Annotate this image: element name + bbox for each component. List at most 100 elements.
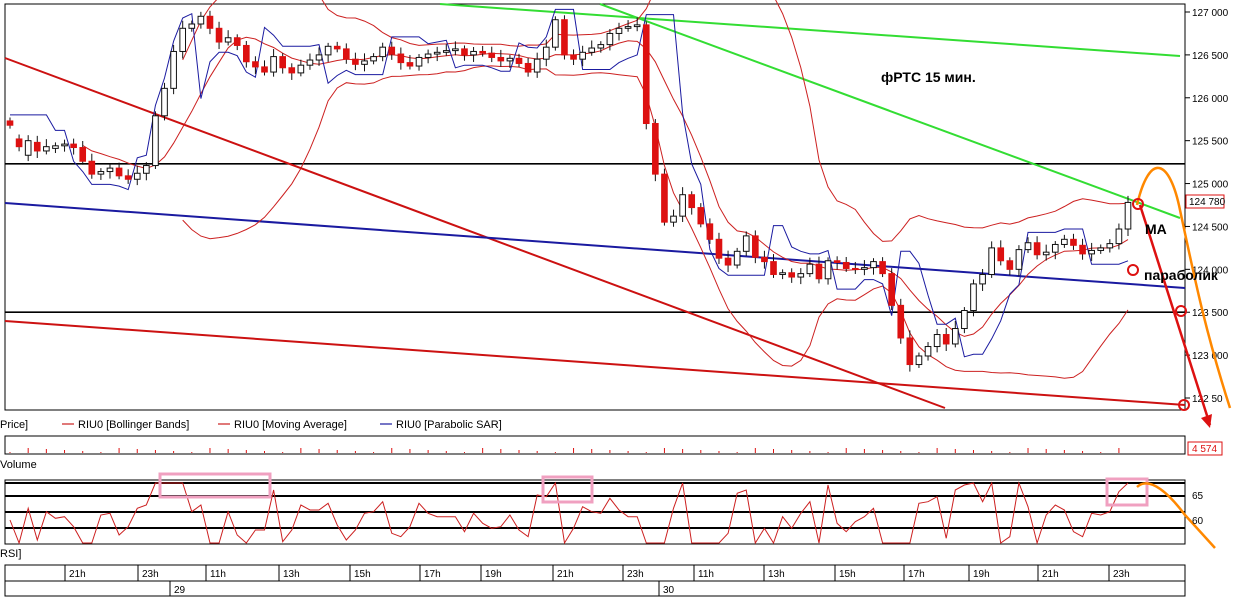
price-tick-label: 126 500 [1192,51,1229,62]
time-tick-label: 19h [485,569,502,580]
candle-body [170,50,177,89]
rsi-tick-65: 65 [1192,491,1204,502]
date-label: 30 [663,585,675,596]
time-tick-label: 23h [142,569,159,580]
volume-value: 4 574 [1192,444,1217,455]
ma-annotation: MA [1145,221,1167,237]
target-circle [1127,264,1139,276]
candle-body [442,50,450,53]
legend-sar: RIU0 [Parabolic SAR] [396,419,502,431]
candle-body [1051,243,1059,253]
price-tick-label: 125 500 [1192,137,1229,148]
candle-body [43,146,50,152]
candle-body [706,223,714,240]
candle-body [1006,260,1014,270]
candle-body [133,172,141,180]
candle-body [951,328,959,345]
candle-body [670,215,677,223]
candle-body [997,247,1005,262]
candle-body [515,57,523,64]
candle-body [1070,238,1077,246]
price-tick-label: 123 000 [1192,351,1229,362]
forecast-rsi-path [1136,482,1216,549]
volume-bars [9,448,1120,453]
candle-body [806,263,814,275]
candle-body [742,235,750,252]
candle-body [488,52,496,58]
candle-body [306,59,314,66]
candle-body [424,53,432,58]
candle-body [15,138,23,148]
price-tick-label: 125 000 [1192,180,1229,191]
indicator-lines [10,0,1129,379]
candle-body [497,56,505,62]
candle-body [452,48,459,52]
candle-body [779,272,786,275]
candle-body [842,261,850,269]
candle-body [388,46,396,55]
candle-body [1097,247,1105,251]
candle-body [733,250,741,266]
candle-body [406,62,414,67]
candle-body [233,37,241,46]
candle-body [115,167,123,177]
candle-body [661,173,668,223]
candle-body [6,120,14,126]
candle-body [333,45,341,50]
candle-body [361,60,368,65]
date-label: 29 [174,585,186,596]
candle-body [243,44,250,63]
candle-body [352,58,359,65]
forecast-arrowhead [1201,414,1212,428]
candle-body [470,50,477,56]
candle-body [988,247,995,275]
candle-body [552,19,559,48]
candle-body [161,87,168,117]
time-tick-label: 21h [69,569,86,580]
candle-body [633,24,641,28]
candle-body [524,62,532,73]
candle-body [624,26,632,29]
green-resistance-line-1 [439,3,1181,57]
candle-body [1079,244,1086,255]
volume-panel-frame [4,435,1186,455]
last-price-label: 124 780 [1189,197,1226,208]
price-tick-label: 122 50 [1192,394,1223,405]
trend-lines [4,3,1186,409]
candle-body [1061,238,1068,245]
candle-body [33,141,41,152]
time-tick-label: 13h [283,569,300,580]
price-tick-label: 123 500 [1192,308,1229,319]
time-tick-label: 15h [839,569,856,580]
legend-price: Price] [0,419,28,431]
candle-body [933,334,941,348]
candle-body [70,143,77,149]
candle-body [652,123,659,175]
candle-body [479,50,486,54]
candle-body [397,53,405,64]
candle-body [888,273,895,306]
candle-body [1042,251,1050,256]
blue-trend-line [4,202,1186,289]
rsi-highlight-box [541,475,594,504]
candle-body [197,15,205,25]
time-tick-label: 15h [354,569,371,580]
candle-body [570,54,577,60]
candle-body [379,46,386,58]
candle-body [88,160,96,175]
candle-body [143,165,150,174]
candle-body [342,48,350,60]
rsi-tick-60: 60 [1192,516,1204,527]
candle-body [206,15,214,29]
candle-body [1015,249,1023,270]
candle-body [215,27,223,43]
candle-body [915,355,923,366]
parabolic-sar-line [10,8,1129,358]
candle-body [815,263,823,280]
candle-body [851,267,859,270]
candle-body [606,32,614,46]
candle-body [1088,249,1095,255]
rsi-series [5,472,1185,545]
candle-body [533,58,541,73]
candle-body [506,57,514,62]
